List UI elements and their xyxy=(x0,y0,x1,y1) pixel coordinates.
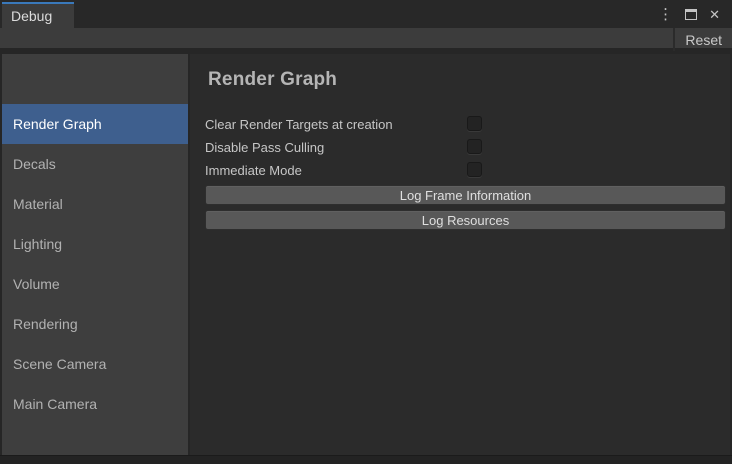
checkbox-immediate-mode[interactable] xyxy=(467,162,482,177)
sidebar-item-label: Volume xyxy=(13,276,60,292)
button-log-resources[interactable]: Log Resources xyxy=(205,210,726,230)
window-controls: ⋮ ✕ xyxy=(658,0,720,28)
checkbox-clear-render-targets-at-creation[interactable] xyxy=(467,116,482,131)
sidebar-item-main-camera[interactable]: Main Camera xyxy=(2,384,188,424)
rendering-debugger-window: Debug ⋮ ✕ Reset Render Graph Decals Mate… xyxy=(0,0,732,464)
maximize-icon[interactable] xyxy=(685,9,697,20)
sidebar-item-scene-camera[interactable]: Scene Camera xyxy=(2,344,188,384)
sidebar-item-render-graph[interactable]: Render Graph xyxy=(2,104,188,144)
sidebar-item-label: Rendering xyxy=(13,316,78,332)
kebab-menu-icon[interactable]: ⋮ xyxy=(658,7,673,22)
property-row-clear-render-targets-at-creation: Clear Render Targets at creation xyxy=(205,113,726,136)
toolbar: Reset xyxy=(0,28,732,51)
sidebar-item-material[interactable]: Material xyxy=(2,184,188,224)
checkbox-disable-pass-culling[interactable] xyxy=(467,139,482,154)
property-row-disable-pass-culling: Disable Pass Culling xyxy=(205,136,726,159)
button-label: Log Resources xyxy=(422,213,509,228)
sidebar-item-volume[interactable]: Volume xyxy=(2,264,188,304)
property-label: Clear Render Targets at creation xyxy=(205,117,393,132)
sidebar: Render Graph Decals Material Lighting Vo… xyxy=(2,54,188,455)
reset-button[interactable]: Reset xyxy=(673,28,732,51)
sidebar-item-label: Render Graph xyxy=(13,116,102,132)
tab-debug[interactable]: Debug xyxy=(2,2,74,28)
sidebar-item-lighting[interactable]: Lighting xyxy=(2,224,188,264)
sidebar-item-label: Main Camera xyxy=(13,396,97,412)
button-label: Log Frame Information xyxy=(400,188,532,203)
property-label: Immediate Mode xyxy=(205,163,302,178)
tab-debug-label: Debug xyxy=(11,8,52,24)
button-log-frame-information[interactable]: Log Frame Information xyxy=(205,185,726,205)
sidebar-item-label: Material xyxy=(13,196,63,212)
sidebar-item-label: Decals xyxy=(13,156,56,172)
property-row-immediate-mode: Immediate Mode xyxy=(205,159,726,182)
property-label: Disable Pass Culling xyxy=(205,140,324,155)
main-panel: Render Graph Clear Render Targets at cre… xyxy=(190,54,730,455)
page-title: Render Graph xyxy=(208,67,726,93)
close-icon[interactable]: ✕ xyxy=(709,8,720,21)
sidebar-item-label: Lighting xyxy=(13,236,62,252)
property-list: Clear Render Targets at creation Disable… xyxy=(205,113,726,182)
button-group: Log Frame Information Log Resources xyxy=(205,185,726,230)
sidebar-item-label: Scene Camera xyxy=(13,356,106,372)
tab-bar: Debug ⋮ ✕ xyxy=(0,0,732,28)
window-bottom-edge xyxy=(0,455,732,464)
sidebar-item-rendering[interactable]: Rendering xyxy=(2,304,188,344)
sidebar-item-decals[interactable]: Decals xyxy=(2,144,188,184)
